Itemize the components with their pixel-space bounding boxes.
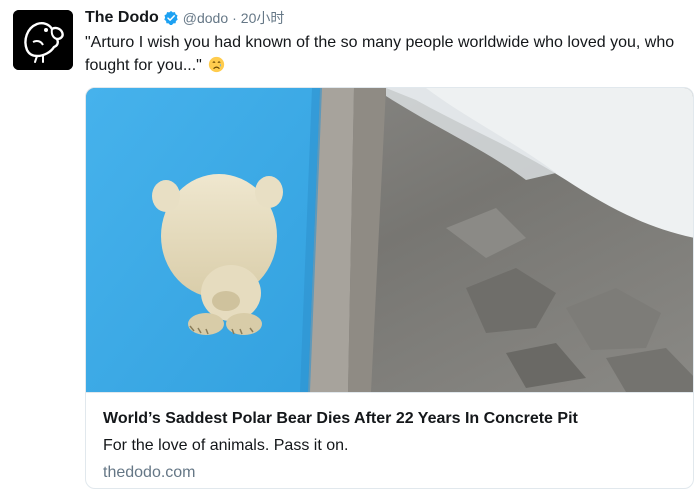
tweet-text-content: "Arturo I wish you had known of the so m… (85, 34, 675, 74)
avatar[interactable] (13, 10, 73, 70)
tweet-text: "Arturo I wish you had known of the so m… (85, 31, 685, 77)
display-name[interactable]: The Dodo (85, 9, 159, 27)
card-description: For the love of animals. Pass it on. (103, 437, 349, 454)
verified-badge-icon (163, 10, 179, 26)
card-body[interactable]: World’s Saddest Polar Bear Dies After 22… (86, 392, 693, 488)
dodo-bird-logo-icon (13, 10, 73, 70)
link-card[interactable]: World’s Saddest Polar Bear Dies After 22… (85, 87, 694, 489)
card-domain[interactable]: thedodo.com (103, 464, 688, 482)
card-image[interactable] (86, 88, 693, 392)
separator-dot: · (232, 10, 237, 26)
tweet-header: The Dodo @dodo · 20小时 (85, 8, 284, 28)
handle[interactable]: @dodo (183, 10, 228, 26)
polar-bear-photo (86, 88, 693, 392)
tweet[interactable]: The Dodo @dodo · 20小时 "Arturo I wish you… (0, 0, 700, 496)
card-title[interactable]: World’s Saddest Polar Bear Dies After 22… (103, 410, 688, 428)
timestamp[interactable]: 20小时 (241, 8, 285, 28)
crying-face-emoji-icon (208, 56, 225, 73)
